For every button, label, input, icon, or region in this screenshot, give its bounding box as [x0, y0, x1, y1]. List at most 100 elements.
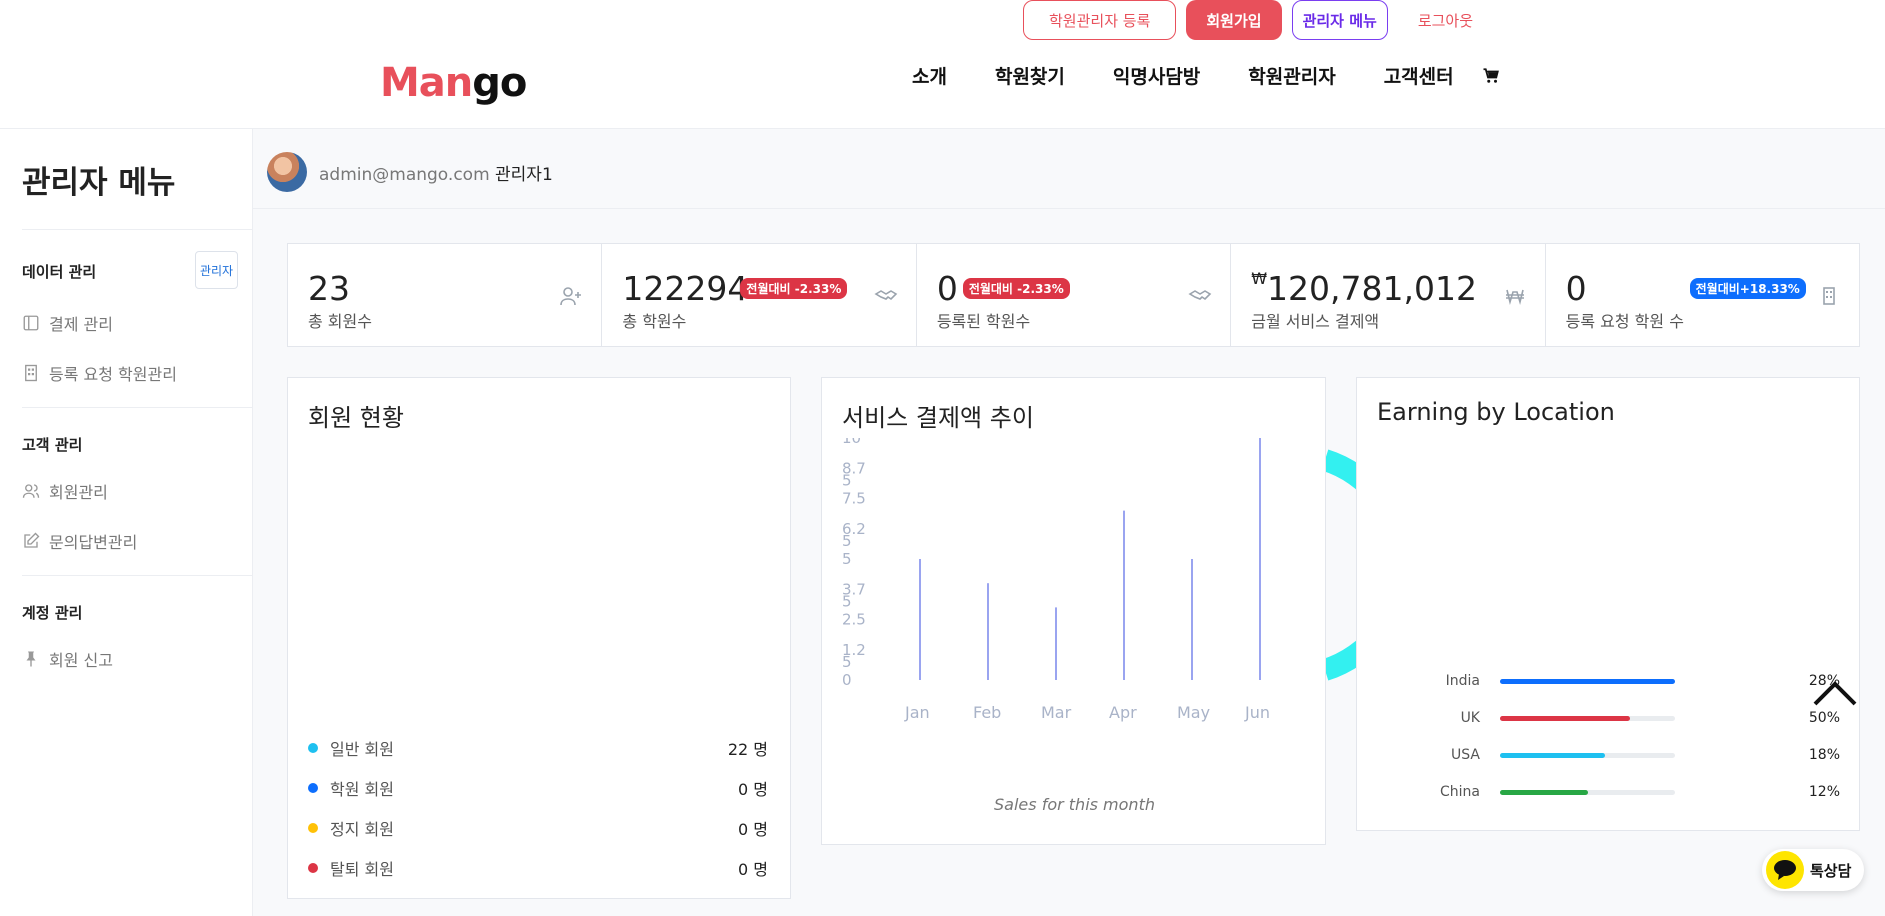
divider	[22, 229, 252, 230]
nav-intro[interactable]: 소개	[912, 62, 947, 89]
legend-value: 22 명	[727, 740, 768, 759]
x-tick-label: Apr	[1109, 703, 1137, 722]
y-tick-label: 5	[842, 653, 852, 671]
sidebar-item-label: 결제 관리	[49, 315, 113, 334]
stat-label: 등록 요청 학원 수	[1565, 312, 1684, 331]
location-row: USA 18%	[1420, 747, 1840, 763]
admin-badge[interactable]: 관리자	[195, 251, 238, 289]
stat-total-academies: 122294 전월대비 -2.33% 총 학원수	[602, 244, 917, 346]
building-icon	[25, 364, 37, 382]
progress-track	[1500, 789, 1675, 795]
sidebar-item-label: 등록 요청 학원관리	[49, 365, 177, 384]
handshake-icon	[874, 290, 898, 301]
user-info: admin@mango.com 관리자1	[319, 160, 553, 185]
users-icon	[22, 484, 40, 498]
main-nav: 소개 학원찾기 익명사담방 학원관리자 고객센터	[912, 62, 1500, 89]
card-title: 서비스 결제액 추이	[842, 404, 1034, 432]
y-tick-label: 2.5	[842, 611, 866, 629]
sales-card: 서비스 결제액 추이 0 1.2 5 2.5 3.7 5 5 6.2 5 7.5 8.7 5 10 Jan…	[821, 377, 1326, 845]
x-tick-label: Jan	[904, 703, 930, 722]
section-account-management: 계정 관리	[22, 604, 83, 622]
logout-link[interactable]: 로그아웃	[1398, 10, 1493, 31]
currency-prefix: ₩	[1251, 269, 1268, 288]
signup-button[interactable]: 회원가입	[1186, 0, 1282, 40]
location-row: UK 50%	[1420, 710, 1840, 726]
location-name: China	[1440, 784, 1480, 800]
legend-dot	[308, 783, 318, 793]
chevron-up-icon[interactable]	[1812, 678, 1858, 708]
legend-row: 탈퇴 회원 0 명	[308, 856, 768, 880]
section-data-management: 데이터 관리	[22, 263, 97, 281]
y-tick-label: 5	[842, 592, 852, 610]
chat-bubble-icon	[1766, 851, 1804, 889]
section-customer-management: 고객 관리	[22, 436, 83, 454]
legend-label: 일반 회원	[330, 740, 394, 759]
location-percent: 18%	[1808, 747, 1840, 763]
sidebar-item-label: 회원 신고	[49, 651, 113, 670]
location-percent: 50%	[1808, 710, 1840, 726]
stat-label: 등록된 학원수	[936, 312, 1031, 331]
y-tick-label: 7.5	[842, 490, 866, 508]
sidebar-item-inquiries[interactable]: 문의답변관리	[22, 529, 137, 553]
x-tick-label: Jun	[1244, 703, 1270, 722]
legend-label: 탈퇴 회원	[330, 860, 394, 879]
kakao-chat-button[interactable]: 톡상담	[1762, 849, 1864, 891]
legend-dot	[308, 863, 318, 873]
card-title: 회원 현황	[308, 404, 404, 432]
location-name: UK	[1460, 710, 1480, 726]
stat-label: 총 회원수	[308, 312, 372, 331]
nav-anonymous-room[interactable]: 익명사담방	[1113, 62, 1200, 89]
y-tick-label: 0	[842, 671, 852, 689]
logo-man: Man	[380, 60, 473, 106]
progress-track	[1500, 715, 1675, 721]
legend-row: 학원 회원 0 명	[308, 776, 768, 800]
top-actions: 학원관리자 등록 회원가입 관리자 메뉴 로그아웃	[1023, 0, 1493, 40]
cart-icon[interactable]	[1482, 67, 1500, 85]
kakao-label: 톡상담	[1810, 861, 1852, 880]
stat-label: 금월 서비스 결제액	[1251, 312, 1380, 331]
progress-fill	[1500, 715, 1630, 721]
pin-icon	[26, 651, 36, 667]
y-tick-label: 5	[842, 471, 852, 489]
stat-value: 0	[936, 269, 958, 308]
stat-value: 122294	[622, 269, 749, 308]
layout-icon	[23, 315, 39, 331]
stat-value: ₩120,781,012	[1251, 269, 1477, 308]
sidebar-item-member-report[interactable]: 회원 신고	[22, 647, 113, 671]
sidebar-item-payments[interactable]: 결제 관리	[22, 311, 113, 335]
sidebar-item-registration-requests[interactable]: 등록 요청 학원관리	[22, 361, 177, 385]
user-plus-icon	[560, 287, 582, 306]
y-tick-label: 5	[842, 532, 852, 550]
user-name: 관리자1	[495, 165, 553, 185]
handshake-icon	[1188, 290, 1212, 301]
x-tick-label: Feb	[973, 703, 1001, 722]
card-title: Earning by Location	[1377, 398, 1615, 426]
site-header: Mango 학원관리자 등록 회원가입 관리자 메뉴 로그아웃 소개 학원찾기 …	[0, 0, 1885, 129]
legend-value: 0 명	[738, 860, 768, 879]
mango-logo[interactable]: Mango	[380, 60, 527, 106]
sidebar-item-label: 회원관리	[49, 483, 108, 502]
location-row: China 12%	[1420, 784, 1840, 800]
progress-track	[1500, 752, 1675, 758]
won-icon	[1505, 289, 1524, 306]
register-manager-button[interactable]: 학원관리자 등록	[1023, 0, 1177, 40]
legend-dot	[308, 823, 318, 833]
stat-value: 23	[308, 269, 350, 308]
chart-caption: Sales for this month	[994, 795, 1155, 814]
divider	[22, 575, 252, 576]
admin-menu-button[interactable]: 관리자 메뉴	[1291, 0, 1388, 40]
nav-find-academy[interactable]: 학원찾기	[995, 62, 1065, 89]
building-icon	[1823, 287, 1835, 305]
stat-value: 0	[1565, 269, 1587, 308]
avatar[interactable]	[267, 152, 307, 192]
legend-dot	[308, 743, 318, 753]
y-tick-label: 10	[842, 438, 861, 447]
nav-customer-center[interactable]: 고객센터	[1384, 62, 1454, 89]
stat-registered-academies: 0 전월대비 -2.33% 등록된 학원수	[917, 244, 1232, 346]
sidebar-item-members[interactable]: 회원관리	[22, 479, 108, 503]
stat-badge: 전월대비+18.33%	[1689, 278, 1806, 299]
stat-badge: 전월대비 -2.33%	[962, 278, 1070, 299]
stat-label: 총 학원수	[622, 312, 687, 331]
legend-value: 0 명	[738, 820, 768, 839]
nav-academy-manager[interactable]: 학원관리자	[1248, 62, 1335, 89]
